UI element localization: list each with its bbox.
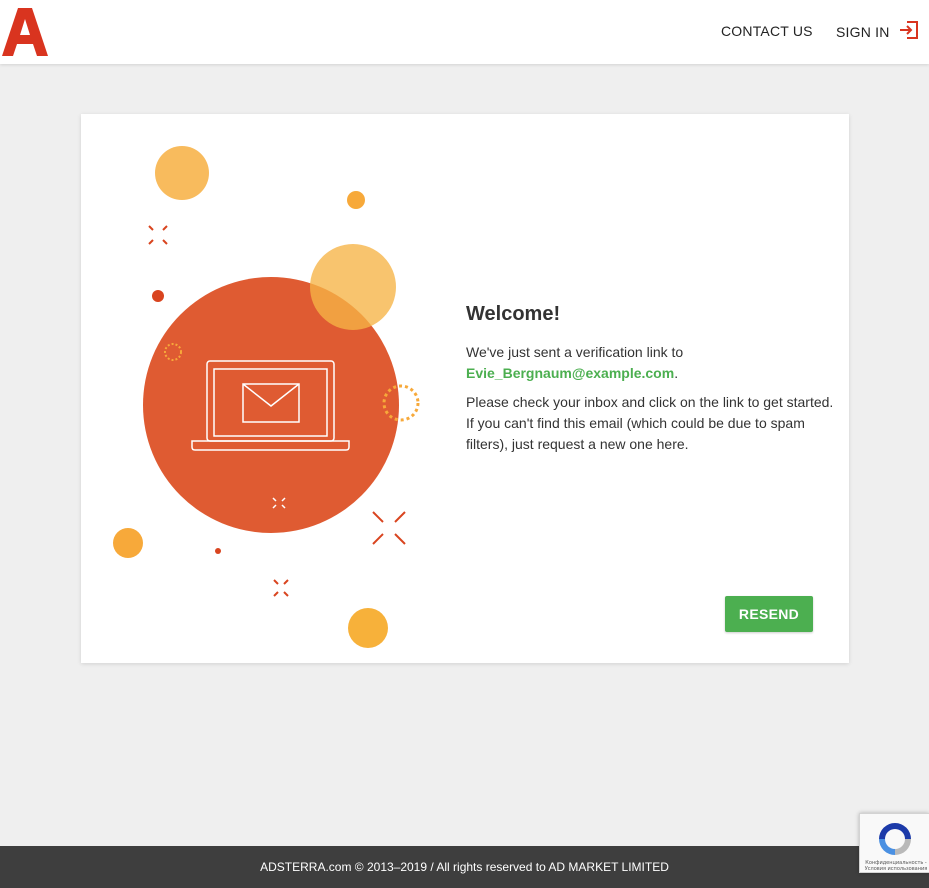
instructions-message: Please check your inbox and click on the… — [466, 394, 834, 452]
recaptcha-terms[interactable]: Конфиденциальность - Условия использован… — [863, 860, 929, 872]
contact-us-label: CONTACT US — [721, 23, 813, 39]
resend-button[interactable]: RESEND — [725, 596, 813, 632]
footer: ADSTERRA.com © 2013–2019 / All rights re… — [0, 846, 929, 888]
recaptcha-icon — [879, 823, 911, 855]
recaptcha-badge[interactable]: Конфиденциальность - Условия использован… — [859, 813, 929, 873]
email-address: Evie_Bergnaum@example.com — [466, 365, 675, 381]
contact-us-link[interactable]: CONTACT US — [721, 23, 813, 39]
sign-in-label: SIGN IN — [836, 23, 890, 40]
verification-message-suffix: . — [674, 365, 679, 381]
footer-copyright: ADSTERRA.com © 2013–2019 / All rights re… — [260, 860, 669, 874]
sign-in-link[interactable]: SIGN IN — [836, 21, 919, 40]
adsterra-logo[interactable] — [0, 6, 52, 58]
verification-message-text: We've just sent a verification link to — [466, 344, 684, 360]
email-illustration — [113, 146, 420, 648]
welcome-title: Welcome! — [466, 303, 561, 325]
sign-in-icon — [899, 21, 918, 39]
top-header: CONTACT US SIGN IN — [0, 0, 929, 64]
verification-message: We've just sent a verification link to E… — [466, 342, 836, 384]
welcome-card: Welcome! We've just sent a verification … — [81, 114, 849, 663]
